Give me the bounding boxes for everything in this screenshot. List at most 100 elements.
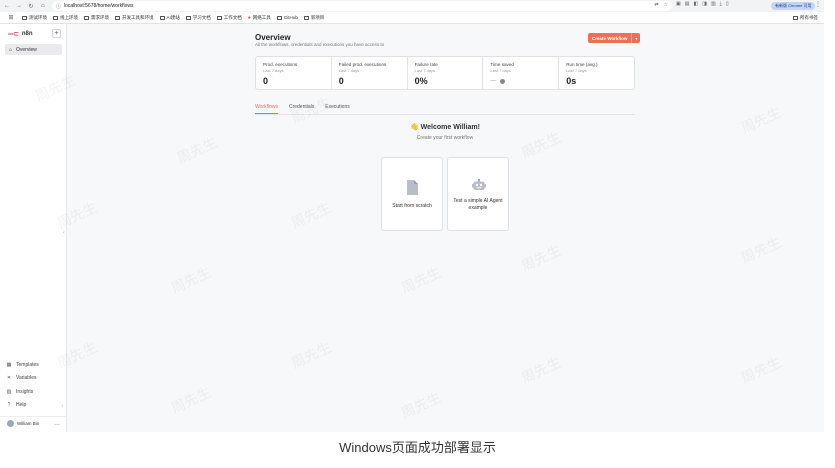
bookmark-folder[interactable]: 需求环境 (84, 15, 109, 21)
more-options-icon[interactable]: … (54, 421, 60, 427)
stat-name: Time saved (490, 62, 514, 67)
tab-credentials[interactable]: Credentials (289, 104, 314, 114)
bookmark-label: 工作文档 (223, 14, 242, 20)
bookmark-label: 需求环境 (91, 14, 109, 20)
bookmark-folder[interactable]: 新项目 (303, 15, 324, 21)
user-menu[interactable]: William Bin … (0, 416, 67, 430)
chrome-update-label: 有新版 Chrome 可用 (775, 3, 812, 8)
folder-icon (185, 15, 191, 20)
tab-workflows[interactable]: Workflows (255, 104, 278, 114)
robot-icon (472, 179, 486, 190)
sidebar-item-variables[interactable]: ✕ Variables (6, 372, 63, 386)
sidebar-item-insights[interactable]: ▥ Insights (6, 385, 63, 399)
stat-prod-executions[interactable]: Prod. executions Last 7 days 0 (256, 57, 332, 89)
extension-icon[interactable]: ◧ (693, 1, 698, 7)
stat-failed-executions[interactable]: Failed prod. executions Last 7 days 0 (332, 57, 408, 89)
bookmark-label: 线上环境 (60, 14, 78, 20)
folder-icon (115, 15, 120, 20)
sidebar-item-help[interactable]: ? Help › (6, 399, 63, 413)
bookmark-label: 学习文档 (192, 14, 211, 20)
chevron-right-icon: › (61, 402, 63, 408)
stats-panel: Prod. executions Last 7 days 0 Failed pr… (255, 56, 635, 90)
back-icon[interactable]: ← (2, 1, 12, 11)
sidebar-item-label: Templates (16, 361, 39, 368)
card-label: Test a simple AI Agent example (453, 198, 503, 211)
sidebar-item-label: Variables (16, 375, 37, 382)
stat-time-saved[interactable]: Time saved Last 7 days — (483, 57, 560, 89)
stat-period: Last 7 days (566, 68, 587, 73)
stat-value-row: — (490, 78, 558, 84)
sidebar-item-templates[interactable]: ▦ Templates (6, 358, 63, 372)
bookmark-folder[interactable]: 线上环境 (53, 15, 78, 21)
extension-icon[interactable]: ◨ (702, 1, 707, 7)
sidepanel-icon[interactable]: ▯ (726, 1, 729, 7)
bookmark-label: GitHub (283, 15, 298, 20)
apps-grid-icon[interactable]: ⊞ (6, 13, 16, 23)
stat-name: Run time (avg.) (566, 62, 598, 67)
bookmark-folder[interactable]: 学习文档 (185, 14, 211, 21)
folder-icon (84, 15, 89, 20)
stat-name: Prod. executions (263, 62, 298, 67)
file-icon (407, 180, 418, 195)
site-info-icon[interactable]: ⓘ (56, 3, 61, 10)
page-title: Overview (255, 33, 291, 42)
user-name: William Bin (17, 421, 40, 426)
download-icon[interactable]: ⤓ (720, 1, 722, 7)
extension-icon[interactable]: ▣ (676, 1, 681, 7)
url-text: localhost:5678/home/workflows (64, 3, 134, 9)
start-from-scratch-card[interactable]: Start from scratch (381, 157, 443, 231)
tabs: Workflows Credentials Executions (255, 104, 350, 114)
add-button[interactable]: + (52, 29, 61, 38)
bookmarks-bar: ⊞ 测试环境 线上环境 需求环境 开发工具和环境 AI建站 学习文档 工作文档 … (0, 12, 824, 24)
help-icon: ? (7, 402, 11, 409)
home-icon[interactable]: ⌂ (38, 1, 48, 11)
stat-failure-rate[interactable]: Failure rate Last 7 days 0% (408, 57, 484, 89)
bookmark-link[interactable]: ● 网络工具 (248, 15, 271, 21)
collapse-sidebar-icon[interactable]: ‹ (63, 230, 65, 236)
create-workflow-button-group: Create Workflow ▾ (588, 33, 641, 43)
avatar (7, 420, 14, 427)
bookmark-folder[interactable]: 测试环境 (22, 15, 47, 21)
extension-icon[interactable]: ▤ (685, 1, 690, 7)
stat-period: Last 7 days (490, 68, 511, 73)
stat-period: Last 7 days (414, 68, 436, 73)
stat-value: — (490, 78, 497, 84)
all-bookmarks[interactable]: 所有书签 (793, 15, 818, 21)
forward-icon[interactable]: → (14, 1, 24, 11)
bookmark-folder[interactable]: GitHub (276, 15, 298, 20)
sidebar-item-label: Insights (16, 388, 34, 395)
reload-icon[interactable]: ↻ (26, 1, 36, 11)
chevron-down-icon[interactable]: ▾ (631, 33, 641, 43)
home-icon: ⌂ (9, 46, 13, 53)
templates-icon: ▦ (6, 361, 12, 368)
image-caption: Windows页面成功部署显示 (339, 440, 496, 455)
ai-agent-example-card[interactable]: Test a simple AI Agent example (447, 157, 509, 231)
stat-period: Last 7 days (338, 68, 360, 73)
main-content: Overview All the workflows, credentials … (67, 24, 824, 432)
address-bar[interactable]: ⓘ localhost:5678/home/workflows ⇄ ☆ (52, 1, 672, 11)
sidebar-item-overview[interactable]: ⌂ Overview (5, 44, 62, 55)
bookmark-star-icon[interactable]: ☆ (664, 2, 668, 8)
chrome-update-button[interactable]: 有新版 Chrome 可用 (771, 2, 816, 10)
variables-icon: ✕ (6, 375, 12, 382)
create-workflow-button[interactable]: Create Workflow (588, 33, 632, 43)
folder-icon (276, 15, 282, 20)
stat-run-time[interactable]: Run time (avg.) Last 7 days 0s (559, 57, 634, 89)
stat-period: Last 7 days (263, 68, 284, 73)
tabs-divider (255, 114, 635, 115)
n8n-logo[interactable]: ∞⊂ n8n (8, 30, 33, 38)
bookmark-folder[interactable]: 工作文档 (216, 14, 242, 21)
stat-value: 0% (414, 76, 428, 86)
extensions-area: ▣ ▤ ◧ ◨ ▥ ⤓ ▯ (676, 1, 729, 7)
info-icon[interactable] (500, 78, 506, 84)
n8n-logo-icon: ∞⊂ (8, 31, 19, 38)
insights-icon: ▥ (6, 388, 12, 395)
tab-executions[interactable]: Executions (325, 104, 349, 114)
extension-icon[interactable]: ▥ (711, 1, 716, 7)
page-subtitle: All the workflows, credentials and execu… (255, 42, 385, 47)
bookmark-folder[interactable]: 开发工具和环境 (115, 15, 154, 21)
translate-icon[interactable]: ⇄ (654, 2, 658, 8)
bookmark-folder[interactable]: AI建站 (159, 15, 180, 21)
browser-menu-icon[interactable]: ⋮ (815, 1, 821, 8)
bookmark-label: 开发工具和环境 (122, 14, 154, 20)
